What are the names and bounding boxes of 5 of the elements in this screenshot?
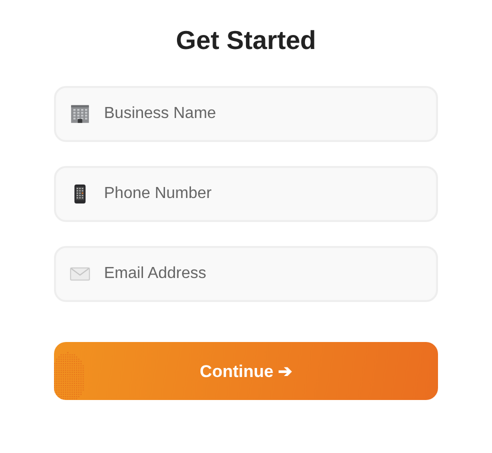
- input-field[interactable]: Business Name: [54, 86, 438, 142]
- page-title: Get Started: [174, 24, 318, 56]
- continue-button[interactable]: Continue ➔: [54, 342, 438, 400]
- input-field[interactable]: Email Address: [54, 246, 438, 302]
- input-field[interactable]: Phone Number: [54, 166, 438, 222]
